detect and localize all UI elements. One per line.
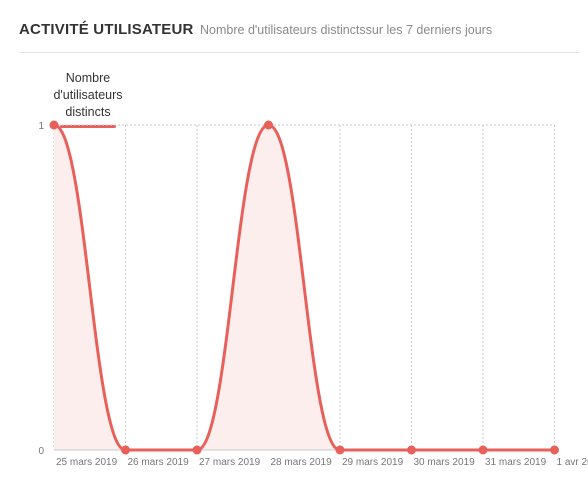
x-tick-label: 31 mars 2019 (485, 457, 547, 468)
line-chart: 0 1 25 mars 2019 26 mars 2019 27 mars 2019 28… (38, 120, 588, 468)
x-tick-label: 26 mars 2019 (128, 457, 190, 468)
user-activity-widget: ACTIVITÉ UTILISATEUR Nombre d'utilisateu… (0, 0, 588, 483)
x-tick-label: 30 mars 2019 (414, 457, 476, 468)
data-point (407, 445, 416, 455)
data-point (49, 120, 59, 130)
x-tick-label: 29 mars 2019 (342, 457, 404, 468)
y-tick-label: 0 (38, 446, 44, 457)
y-tick-label: 1 (38, 121, 44, 132)
data-point (121, 445, 130, 455)
x-tick-label: 1 avr 2019 (557, 457, 588, 468)
x-tick-label: 28 mars 2019 (271, 457, 333, 468)
data-point (335, 445, 345, 455)
x-tick-label: 27 mars 2019 (199, 457, 261, 468)
data-point (192, 445, 202, 455)
data-point (478, 445, 488, 455)
data-point (550, 445, 559, 455)
x-tick-label: 25 mars 2019 (56, 457, 118, 468)
data-point (264, 120, 273, 130)
